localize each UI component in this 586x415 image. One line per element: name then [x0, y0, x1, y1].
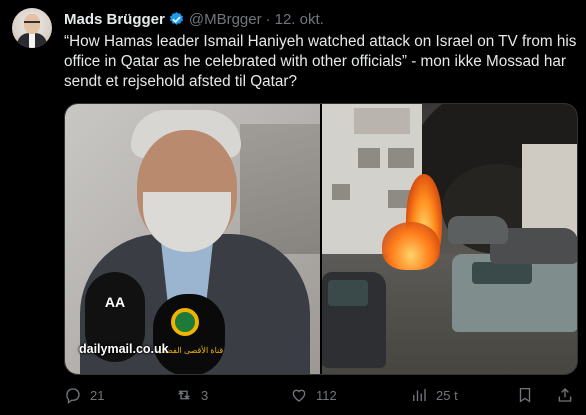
- tweet-media[interactable]: AA قناة الأقصى الفضائية dailymail.co.uk: [64, 103, 578, 375]
- views-button[interactable]: 25 t: [410, 384, 458, 406]
- reply-icon: [66, 388, 80, 404]
- fire-flame: [382, 222, 440, 270]
- reply-count: 21: [90, 387, 105, 403]
- tweet-text: “How Hamas leader Ismail Haniyeh watched…: [64, 33, 577, 90]
- share-icon: [558, 388, 572, 402]
- building-window: [358, 148, 380, 168]
- verified-badge-icon: [168, 11, 185, 28]
- damaged-car: [448, 216, 508, 244]
- author-name[interactable]: Mads Brügger: [64, 11, 165, 28]
- photo-credit: dailymail.co.uk: [79, 342, 169, 356]
- bookmark-icon: [519, 387, 531, 403]
- building-window: [332, 184, 350, 200]
- separator-dot: ·: [265, 10, 271, 28]
- like-count: 112: [316, 387, 337, 403]
- microphone-logo: AA: [104, 294, 126, 310]
- like-button[interactable]: 112: [290, 384, 337, 406]
- avatar-shirt: [29, 33, 35, 48]
- reply-button[interactable]: 21: [64, 384, 104, 406]
- media-photo-left[interactable]: AA قناة الأقصى الفضائية dailymail.co.uk: [65, 104, 320, 374]
- building-window: [388, 148, 414, 168]
- media-photo-right[interactable]: [322, 104, 577, 374]
- bookmark-button[interactable]: [516, 384, 534, 406]
- photo-background-building: [240, 124, 320, 254]
- avatar-glasses: [24, 21, 40, 25]
- retweet-icon: [178, 390, 190, 400]
- author-handle[interactable]: @MBrgger: [189, 11, 262, 28]
- tweet-header: Mads Brügger @MBrgger · 12. okt.: [64, 9, 324, 29]
- tweet[interactable]: Mads Brügger @MBrgger · 12. okt. “How Ha…: [0, 0, 586, 415]
- retweet-button[interactable]: 3: [175, 384, 208, 406]
- avatar[interactable]: [12, 8, 52, 48]
- share-button[interactable]: [556, 384, 574, 406]
- car-window: [328, 280, 368, 306]
- retweet-count: 3: [201, 387, 209, 403]
- views-icon: [413, 389, 426, 401]
- tweet-date[interactable]: 12. okt.: [275, 11, 324, 28]
- like-icon: [292, 389, 306, 402]
- tweet-actions: 21 3 112 25 t: [64, 384, 578, 406]
- building-window: [354, 108, 410, 134]
- microphone-emblem: [171, 308, 199, 336]
- views-count: 25 t: [436, 387, 458, 403]
- car-window: [472, 262, 532, 284]
